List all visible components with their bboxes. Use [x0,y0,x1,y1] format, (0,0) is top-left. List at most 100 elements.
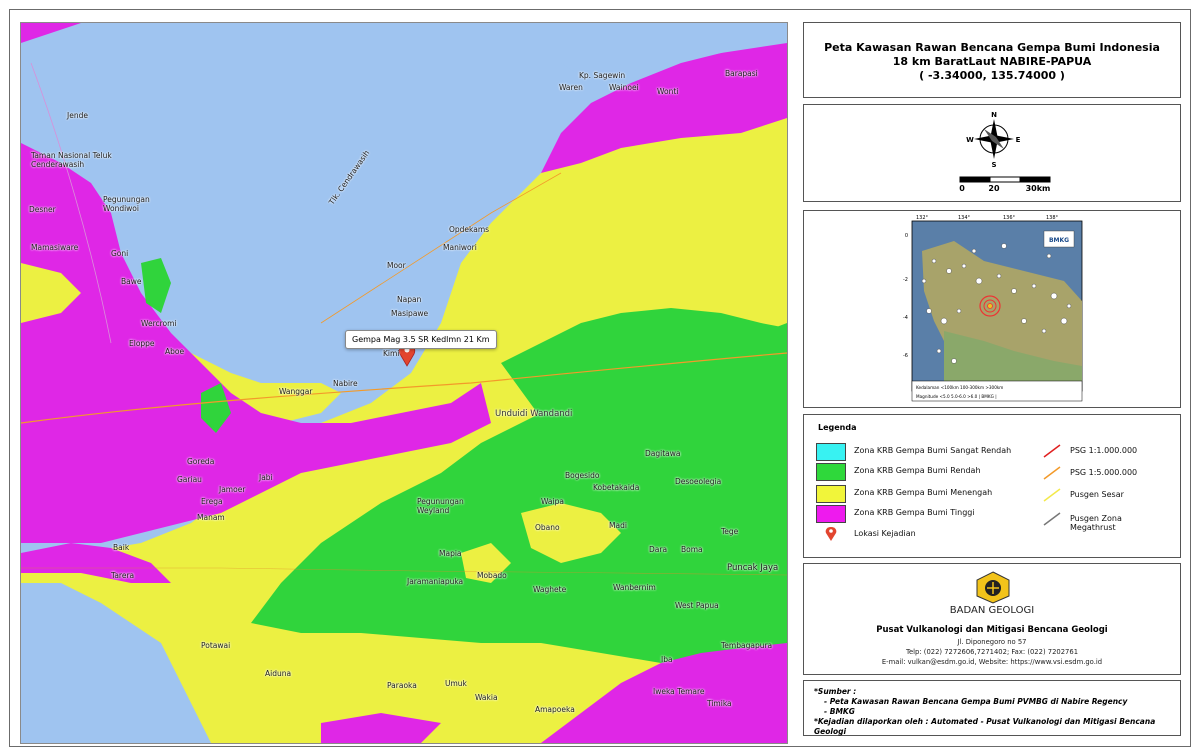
place-label: Desner [29,205,56,214]
scale-tick-0: 0 [959,184,965,193]
place-label: Wercromi [141,319,177,328]
compass-s: S [991,161,996,169]
place-label: Paraoka [387,681,417,690]
compass-e: E [1016,136,1021,144]
inset-lat-0: 0 [905,233,908,239]
legend-line-label: PSG 1:5.000.000 [1070,468,1138,477]
map-canvas [21,23,787,743]
inset-legend-row1: Kedalaman <100km 100-300km >300km [916,385,1003,390]
compass-svg: N S E W 0 20 30km [959,111,1051,193]
compass-rose-icon [974,119,1014,159]
map-coordinates: ( -3.34000, 135.74000 ) [919,69,1065,82]
place-label: Mamasiware [31,243,79,252]
place-label: Kimi [383,349,400,358]
source-item: - BMKG [824,707,855,716]
place-label: Gariau [177,475,202,484]
place-label: Unduidi Wandandi [495,409,573,419]
logo-address: Jl. Diponegoro no 57 [957,638,1027,646]
inset-lon-0: 132° [916,215,929,221]
place-label: West Papua [675,601,719,610]
place-label: Wainoei [609,83,639,92]
source-heading: *Sumber : [814,687,857,696]
compass-w: W [966,136,974,144]
place-label: Goreda [187,457,215,466]
place-label: Waren [559,83,583,92]
legend-label: Zona KRB Gempa Bumi Sangat Rendah [854,446,1012,455]
place-label: Wanbernim [613,583,656,592]
inset-legend-row2: Magnitude <5.0 5.0-6.0 >6.0 | BMKG | [916,394,997,399]
logo-panel: BADAN GEOLOGI Pusat Vulkanologi dan Miti… [803,563,1181,675]
place-label: Pegunungan Wondiwoi [103,195,150,213]
place-label: Puncak Jaya [727,563,779,573]
place-label: Wanggar [279,387,313,396]
event-callout: Gempa Mag 3.5 SR Kedlmn 21 Km [345,330,497,349]
source-item: - Peta Kawasan Rawan Bencana Gempa Bumi … [824,697,1128,706]
badan-geologi-logo-icon [976,571,1010,604]
place-label: Bogesido [565,471,600,480]
line-megathrust-icon [1043,512,1061,526]
line-psg5-icon [1043,466,1061,480]
inset-logo: BMKG [1049,237,1069,244]
place-label: Tembagapura [721,641,773,650]
line-psg1-icon [1043,444,1061,458]
inset-map: BMKG 132° 134° 136° 138° 0 -2 -4 -6 Keda… [903,215,1083,402]
legend-title: Legenda [818,423,857,432]
map-title: Peta Kawasan Rawan Bencana Gempa Bumi In… [824,41,1160,54]
place-label: Opdekams [449,225,490,234]
inset-lat-1: -2 [903,277,908,283]
place-label: Waipa [541,497,564,506]
place-label: Goni [111,249,129,258]
place-label: Barapasi [725,69,758,78]
legend-label: Zona KRB Gempa Bumi Menengah [854,488,993,497]
source-reported: *Kejadian dilaporkan oleh : Automated - … [814,717,1156,736]
logo-organization: Pusat Vulkanologi dan Mitigasi Bencana G… [876,625,1108,635]
legend-label: Zona KRB Gempa Bumi Tinggi [854,508,975,517]
place-label: Wakia [475,693,498,702]
place-label: Mapia [439,549,462,558]
place-label: Kp. Sagewin [579,71,626,80]
place-label: Mobado [477,571,507,580]
place-label: Potawai [201,641,231,650]
compass-n: N [991,111,997,119]
place-label: Taman Nasional Teluk Cenderawasih [31,151,112,169]
inset-lat-2: -4 [903,315,908,321]
place-label: Aiduna [265,669,292,678]
place-label: Maniwori [443,243,477,252]
place-label: Iweka Temare [653,687,705,696]
place-label: Tege [721,527,739,536]
legend-line-label: Pusgen Zona Megathrust [1070,514,1122,532]
place-label: Tarera [111,571,135,580]
place-label: Dara [649,545,668,554]
place-label: Wonti [657,87,679,96]
place-label: Kobetakaida [593,483,640,492]
title-panel: Peta Kawasan Rawan Bencana Gempa Bumi In… [803,22,1181,98]
place-label: Madi [609,521,627,530]
place-label: Moor [387,261,406,270]
compass-panel: N S E W 0 20 30km [803,104,1181,202]
place-label: Desoeolegia [675,477,722,486]
place-label: Erega [201,497,223,506]
legend-swatch-tinggi [816,505,846,523]
place-label: Jende [67,111,88,120]
place-label: Baik [113,543,130,552]
place-label: Eloppe [129,339,155,348]
legend-label: Zona KRB Gempa Bumi Rendah [854,466,981,475]
legend-line-label: Pusgen Sesar [1070,490,1124,499]
hazard-map[interactable]: Gempa Mag 3.5 SR Kedlmn 21 Km Kp. Sagewi… [20,22,788,744]
logo-name: BADAN GEOLOGI [949,605,1035,616]
inset-lon-1: 134° [958,215,971,221]
place-label: Jaramaniapuka [407,577,464,586]
place-label: Waghete [533,585,567,594]
place-label: Timika [707,699,732,708]
inset-lon-2: 136° [1003,215,1016,221]
legend-label: Lokasi Kejadian [854,529,916,538]
source-panel: *Sumber : - Peta Kawasan Rawan Bencana G… [803,680,1181,736]
place-label: Dagitawa [645,449,681,458]
legend-swatch-rendah [816,463,846,481]
place-label: Obano [535,523,560,532]
place-label: Jamoer [219,485,246,494]
scale-tick-2: 30km [1026,184,1051,193]
logo-contact: E-mail: vulkan@esdm.go.id, Website: http… [881,658,1103,666]
place-label: Manam [197,513,225,522]
legend-line-label: PSG 1:1.000.000 [1070,446,1138,455]
